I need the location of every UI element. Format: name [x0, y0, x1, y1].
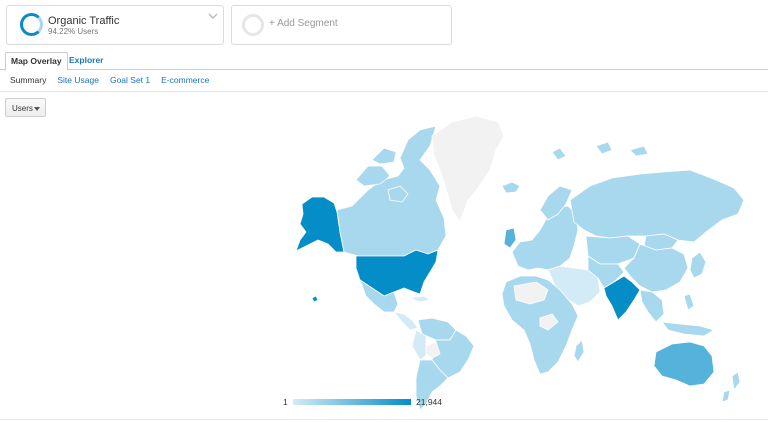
map-region-alaska[interactable]: [295, 196, 345, 253]
map-region-philippines[interactable]: [683, 293, 695, 311]
map-region-greenland[interactable]: [431, 115, 505, 223]
map-region-russia[interactable]: [569, 169, 745, 243]
legend-min-value: 1: [283, 397, 288, 407]
legend-max-value: 21,944: [416, 397, 442, 407]
map-region-madagascar[interactable]: [573, 339, 585, 363]
map-region-hawaii[interactable]: [311, 295, 319, 303]
bottom-divider: [0, 419, 768, 420]
map-region-iceland[interactable]: [501, 181, 521, 194]
map-region-new-zealand[interactable]: [721, 371, 741, 403]
world-map[interactable]: [0, 0, 768, 422]
map-region-japan[interactable]: [689, 251, 707, 279]
map-region-peru[interactable]: [411, 329, 427, 361]
map-region-arctic-islands[interactable]: [551, 141, 649, 161]
map-region-united-kingdom[interactable]: [503, 227, 517, 249]
map-region-southeast-asia[interactable]: [639, 289, 715, 337]
map-region-australia[interactable]: [653, 341, 715, 387]
legend-gradient: [293, 399, 411, 405]
